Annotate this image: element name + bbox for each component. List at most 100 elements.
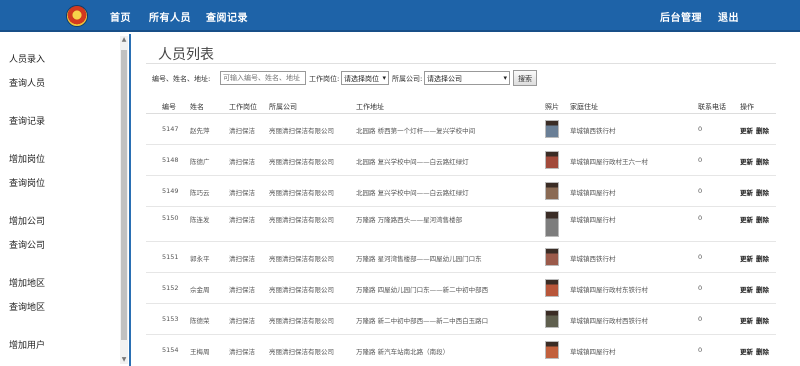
header-company: 所属公司 <box>269 103 297 111</box>
cell-post: 清扫保洁 <box>229 216 255 224</box>
cell-phone: 0 <box>698 346 703 354</box>
edit-link[interactable]: 更新 <box>740 286 753 294</box>
row-actions: 更新 删除 <box>740 315 772 325</box>
nav-all-people[interactable]: 所有人员 <box>149 9 191 24</box>
delete-link[interactable]: 删除 <box>756 255 769 263</box>
sidebar-item-add-company[interactable]: 增加公司 <box>9 214 45 227</box>
header-photo: 照片 <box>545 103 559 111</box>
person-photo <box>545 310 559 328</box>
cell-name: 陈巧云 <box>190 189 210 197</box>
cell-home-address: 草城镇西铁行村 <box>570 255 616 263</box>
delete-link[interactable]: 删除 <box>756 348 769 356</box>
search-label: 编号、姓名、地址: <box>152 75 211 83</box>
cell-company: 亮丽清扫保洁有限公司 <box>269 216 334 224</box>
cell-name: 陈连发 <box>190 216 210 224</box>
table-row: 5148 陈德广 清扫保洁 亮丽清扫保洁有限公司 北园路 复兴学校中间——白云路… <box>146 146 776 176</box>
edit-link[interactable]: 更新 <box>740 127 753 135</box>
cell-home-address: 草城镇西铁行村 <box>570 127 616 135</box>
cell-work-address: 北园路 复兴学校中间——白云路红绿灯 <box>356 189 469 197</box>
delete-link[interactable]: 删除 <box>756 158 769 166</box>
sidebar-item-add-region[interactable]: 增加地区 <box>9 276 45 289</box>
table-row: 5149 陈巧云 清扫保洁 亮丽清扫保洁有限公司 北园路 复兴学校中间——白云路… <box>146 177 776 207</box>
title-divider <box>146 63 776 64</box>
cell-phone: 0 <box>698 315 703 323</box>
cell-name: 陈德广 <box>190 158 210 166</box>
company-label: 所属公司: <box>392 75 423 83</box>
cell-home-address: 草城镇四屋行政村王六一村 <box>570 158 648 166</box>
cell-phone: 0 <box>698 214 703 222</box>
cell-home-address: 草城镇四屋行政村东铁行村 <box>570 286 648 294</box>
scroll-up-icon[interactable]: ▲ <box>120 36 128 44</box>
table-row: 5152 佘金周 清扫保洁 亮丽清扫保洁有限公司 万隆路 四屋幼儿园门口东——新… <box>146 274 776 304</box>
nav-admin[interactable]: 后台管理 <box>660 9 702 24</box>
cell-id: 5148 <box>162 156 179 164</box>
edit-link[interactable]: 更新 <box>740 216 753 224</box>
cell-id: 5154 <box>162 346 179 354</box>
edit-link[interactable]: 更新 <box>740 348 753 356</box>
search-input[interactable] <box>220 71 306 85</box>
main-content: 人员列表 编号、姓名、地址: 工作岗位: 请选择岗位 ▾ 所属公司: 请选择公司… <box>146 34 786 366</box>
sidebar-scrollbar[interactable]: ▲ ▼ <box>120 36 128 364</box>
sidebar-item-add-post[interactable]: 增加岗位 <box>9 152 45 165</box>
edit-link[interactable]: 更新 <box>740 317 753 325</box>
table-header: 编号 姓名 工作岗位 所属公司 工作地址 照片 家庭住址 联系电话 操作 <box>146 98 776 114</box>
cell-post: 清扫保洁 <box>229 317 255 325</box>
table-row: 5150 陈连发 清扫保洁 亮丽清扫保洁有限公司 万隆路 万隆路西头——星河湾售… <box>146 208 776 242</box>
sidebar-item-query-company[interactable]: 查询公司 <box>9 238 45 251</box>
cell-company: 亮丽清扫保洁有限公司 <box>269 317 334 325</box>
cell-company: 亮丽清扫保洁有限公司 <box>269 255 334 263</box>
cell-post: 清扫保洁 <box>229 189 255 197</box>
cell-home-address: 草城镇四屋行村 <box>570 348 616 356</box>
cell-home-address: 草城镇四屋行村 <box>570 216 616 224</box>
sidebar-item-add-user[interactable]: 增加用户 <box>9 338 45 351</box>
edit-link[interactable]: 更新 <box>740 255 753 263</box>
table-row: 5151 郭永平 清扫保洁 亮丽清扫保洁有限公司 万隆路 星河湾售楼部——四屋幼… <box>146 243 776 273</box>
cell-post: 清扫保洁 <box>229 127 255 135</box>
scroll-down-icon[interactable]: ▼ <box>120 356 128 364</box>
edit-link[interactable]: 更新 <box>740 189 753 197</box>
edit-link[interactable]: 更新 <box>740 158 753 166</box>
sidebar-item-query-region[interactable]: 查询地区 <box>9 300 45 313</box>
cell-id: 5152 <box>162 284 179 292</box>
sidebar-item-query-records[interactable]: 查询记录 <box>9 114 45 127</box>
cell-post: 清扫保洁 <box>229 255 255 263</box>
delete-link[interactable]: 删除 <box>756 127 769 135</box>
row-actions: 更新 删除 <box>740 284 772 294</box>
scrollbar-thumb[interactable] <box>121 50 127 340</box>
cell-post: 清扫保洁 <box>229 286 255 294</box>
cell-id: 5153 <box>162 315 179 323</box>
delete-link[interactable]: 删除 <box>756 216 769 224</box>
delete-link[interactable]: 删除 <box>756 317 769 325</box>
cell-phone: 0 <box>698 187 703 195</box>
row-actions: 更新 删除 <box>740 346 772 356</box>
header-name: 姓名 <box>190 103 204 111</box>
person-photo <box>545 211 559 237</box>
cell-name: 陈德荣 <box>190 317 210 325</box>
header-ops: 操作 <box>740 103 754 111</box>
cell-id: 5150 <box>162 214 179 222</box>
top-nav-bar: 首页 所有人员 查阅记录 后台管理 退出 <box>0 0 800 32</box>
nav-query-records[interactable]: 查阅记录 <box>206 9 248 24</box>
sidebar-item-person-entry[interactable]: 人员录入 <box>9 52 45 65</box>
delete-link[interactable]: 删除 <box>756 286 769 294</box>
cell-work-address: 北园路 复兴学校中间——白云路红绿灯 <box>356 158 469 166</box>
cell-phone: 0 <box>698 253 703 261</box>
cell-name: 赵先萍 <box>190 127 210 135</box>
sidebar-item-query-people[interactable]: 查询人员 <box>9 76 45 89</box>
nav-logout[interactable]: 退出 <box>718 9 739 24</box>
cell-phone: 0 <box>698 156 703 164</box>
post-select[interactable]: 请选择岗位 ▾ <box>341 71 389 85</box>
person-photo <box>545 341 559 359</box>
cell-work-address: 万隆路 新汽车站南北路（南段） <box>356 348 450 356</box>
company-select[interactable]: 请选择公司 ▾ <box>424 71 510 85</box>
nav-home[interactable]: 首页 <box>110 9 131 24</box>
row-actions: 更新 删除 <box>740 156 772 166</box>
cell-work-address: 万隆路 新二中初中部西——新二中西白玉路口 <box>356 317 489 325</box>
cell-work-address: 万隆路 四屋幼儿园门口东——新二中初中部西 <box>356 286 489 294</box>
cell-company: 亮丽清扫保洁有限公司 <box>269 286 334 294</box>
search-button[interactable]: 搜索 <box>513 70 537 86</box>
sidebar-item-query-post[interactable]: 查询岗位 <box>9 176 45 189</box>
delete-link[interactable]: 删除 <box>756 189 769 197</box>
person-photo <box>545 120 559 138</box>
cell-id: 5149 <box>162 187 179 195</box>
